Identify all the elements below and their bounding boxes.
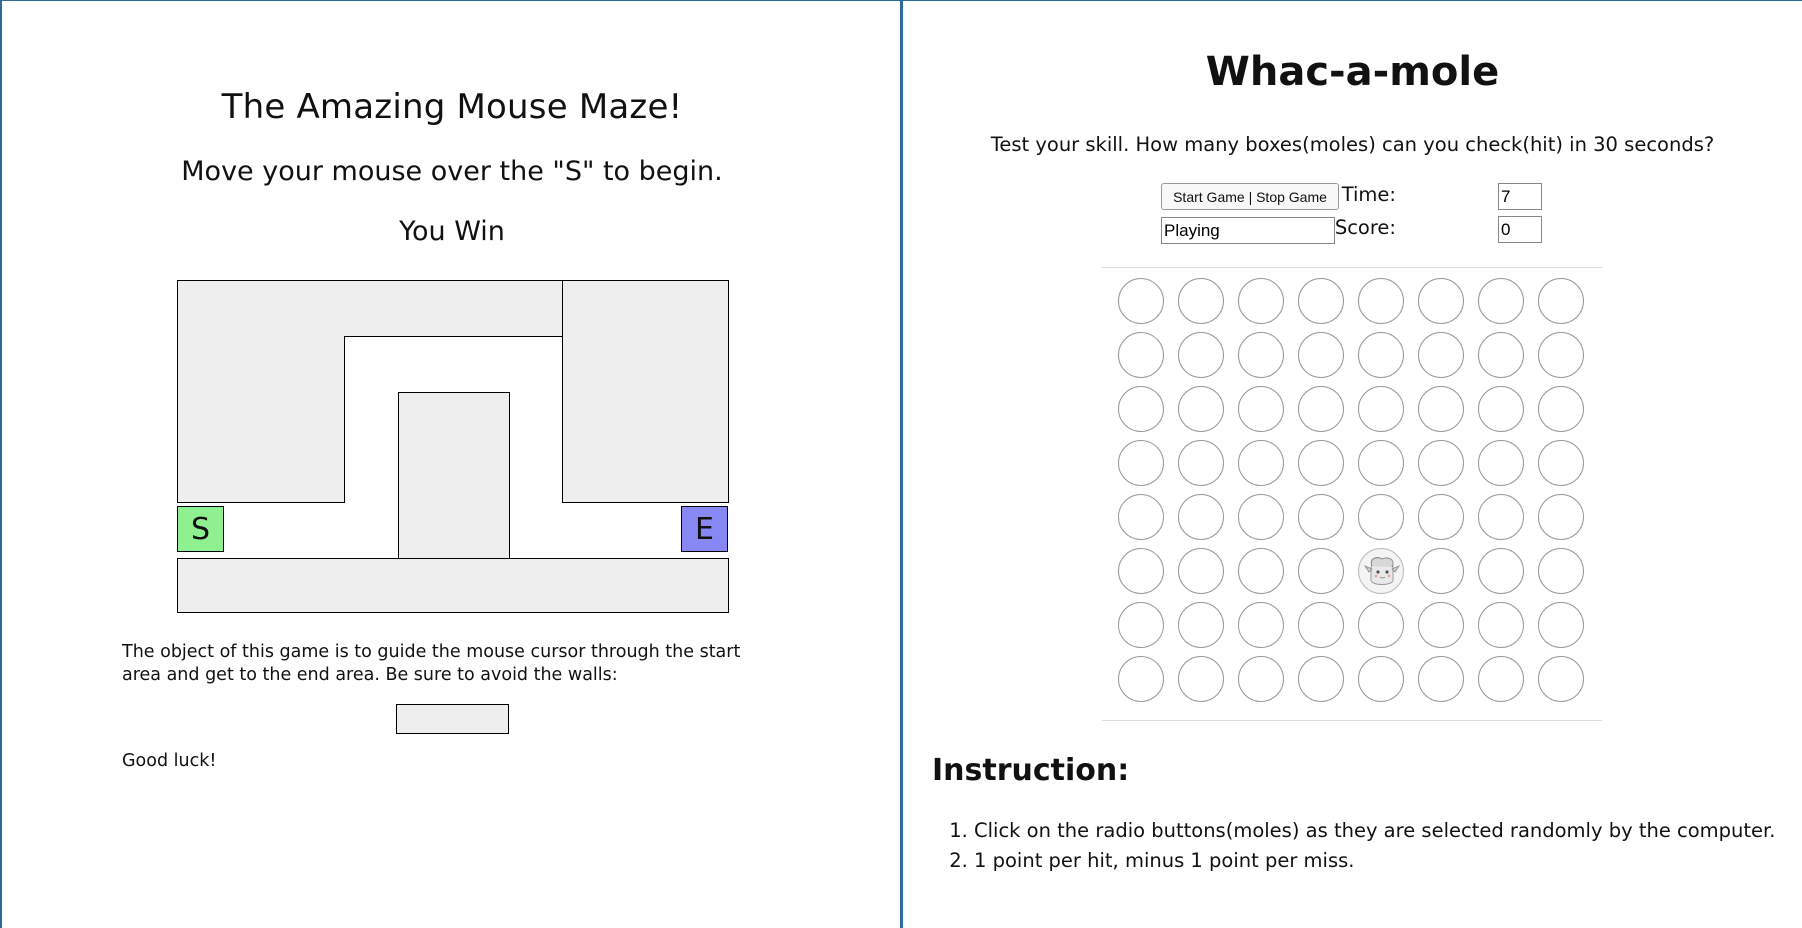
mole-hole[interactable]: [1418, 278, 1464, 324]
maze-end-pad[interactable]: E: [681, 506, 728, 552]
mole-hole[interactable]: [1118, 386, 1164, 432]
mole-hole[interactable]: [1238, 494, 1284, 540]
mole-hole[interactable]: [1538, 494, 1584, 540]
mole-hole[interactable]: [1118, 278, 1164, 324]
game-status-field[interactable]: [1161, 217, 1335, 244]
maze-description: The object of this game is to guide the …: [122, 642, 741, 685]
mole-hole[interactable]: [1478, 386, 1524, 432]
maze-status-text: You Win: [399, 216, 505, 247]
maze-wall-top-right[interactable]: [562, 280, 729, 503]
mole-hole[interactable]: [1358, 440, 1404, 486]
mole-hole[interactable]: [1238, 602, 1284, 648]
mole-hole[interactable]: [1478, 494, 1524, 540]
mole-hole[interactable]: [1178, 602, 1224, 648]
mole-hole[interactable]: [1118, 440, 1164, 486]
mole-hole[interactable]: [1238, 440, 1284, 486]
mole-hole[interactable]: [1298, 332, 1344, 378]
mole-hole[interactable]: [1118, 548, 1164, 594]
score-field[interactable]: [1498, 216, 1542, 243]
mole-hole[interactable]: [1478, 656, 1524, 702]
mole-hole[interactable]: [1178, 548, 1224, 594]
mole-hole[interactable]: [1358, 278, 1404, 324]
mole-hole[interactable]: [1298, 440, 1344, 486]
mole-hole[interactable]: [1538, 440, 1584, 486]
mole-hole[interactable]: [1238, 548, 1284, 594]
mole-hole[interactable]: [1118, 656, 1164, 702]
maze-area[interactable]: S E: [177, 280, 729, 613]
mole-hole[interactable]: [1538, 602, 1584, 648]
instruction-item: Click on the radio buttons(moles) as the…: [974, 816, 1775, 846]
mole-hole[interactable]: [1358, 332, 1404, 378]
mole-hole[interactable]: [1358, 656, 1404, 702]
mole-hole[interactable]: [1538, 548, 1584, 594]
mole-hole[interactable]: [1178, 494, 1224, 540]
mole-hole[interactable]: [1298, 656, 1344, 702]
maze-subtitle: Move your mouse over the "S" to begin.: [181, 156, 723, 187]
mole-hole[interactable]: [1358, 494, 1404, 540]
maze-wall-top-left[interactable]: [177, 280, 345, 503]
mole-hole[interactable]: [1238, 386, 1284, 432]
mole-hole[interactable]: [1238, 278, 1284, 324]
mole-hole[interactable]: [1298, 278, 1344, 324]
mole-hole[interactable]: [1118, 494, 1164, 540]
board-top-divider: [1102, 267, 1602, 268]
maze-closing-text: Good luck!: [122, 751, 217, 771]
mole-hole[interactable]: [1478, 602, 1524, 648]
mole-hole[interactable]: [1358, 602, 1404, 648]
mole-hole[interactable]: [1538, 278, 1584, 324]
mole-hole[interactable]: [1478, 332, 1524, 378]
mole-hole[interactable]: [1298, 494, 1344, 540]
whac-a-mole-panel: Whac-a-mole Test your skill. How many bo…: [903, 0, 1802, 928]
maze-wall-bottom[interactable]: [177, 558, 729, 613]
mole-hole[interactable]: [1478, 440, 1524, 486]
mole-hole[interactable]: [1238, 656, 1284, 702]
mole-hole[interactable]: [1418, 494, 1464, 540]
wall-sample: [396, 704, 509, 734]
mole-hole[interactable]: [1238, 332, 1284, 378]
mole-hole[interactable]: [1478, 548, 1524, 594]
start-stop-game-button[interactable]: Start Game | Stop Game: [1161, 183, 1339, 210]
mole-hole[interactable]: [1538, 656, 1584, 702]
maze-wall-center-pillar[interactable]: [398, 392, 510, 559]
mole-hole[interactable]: [1358, 386, 1404, 432]
mole-hole[interactable]: [1178, 386, 1224, 432]
mole-hole[interactable]: [1118, 602, 1164, 648]
maze-title: The Amazing Mouse Maze!: [221, 87, 683, 127]
instruction-item: 1 point per hit, minus 1 point per miss.: [974, 846, 1775, 876]
mole-hole[interactable]: [1178, 656, 1224, 702]
whac-title: Whac-a-mole: [1205, 49, 1500, 95]
mole-hole[interactable]: [1298, 602, 1344, 648]
mole-hole[interactable]: [1538, 332, 1584, 378]
board-bottom-divider: [1102, 720, 1602, 721]
mole-hole[interactable]: [1478, 278, 1524, 324]
time-label: Time:: [1341, 183, 1396, 206]
mole-hole[interactable]: [1418, 440, 1464, 486]
mole-hole[interactable]: [1418, 332, 1464, 378]
instruction-list: Click on the radio buttons(moles) as the…: [932, 816, 1775, 876]
mole-hole[interactable]: [1418, 602, 1464, 648]
mole-hole[interactable]: [1178, 440, 1224, 486]
mole-hole[interactable]: [1418, 386, 1464, 432]
time-field[interactable]: [1498, 183, 1542, 210]
mole-hole[interactable]: [1418, 548, 1464, 594]
mole-hole[interactable]: [1178, 278, 1224, 324]
mole-hole[interactable]: [1358, 548, 1404, 594]
mole-hole[interactable]: [1538, 386, 1584, 432]
mole-hole[interactable]: [1118, 332, 1164, 378]
mole-hole[interactable]: [1298, 386, 1344, 432]
mole-hole[interactable]: [1178, 332, 1224, 378]
mole-icon: [1363, 557, 1401, 585]
mole-hole[interactable]: [1298, 548, 1344, 594]
maze-start-pad[interactable]: S: [177, 506, 224, 552]
maze-wall-top-span[interactable]: [344, 280, 563, 337]
whac-intro: Test your skill. How many boxes(moles) c…: [990, 133, 1715, 156]
instruction-heading: Instruction:: [932, 753, 1130, 788]
score-label: Score:: [1334, 216, 1396, 239]
maze-game-panel: The Amazing Mouse Maze! Move your mouse …: [0, 0, 900, 928]
mole-hole[interactable]: [1418, 656, 1464, 702]
mole-board: [1118, 278, 1588, 710]
